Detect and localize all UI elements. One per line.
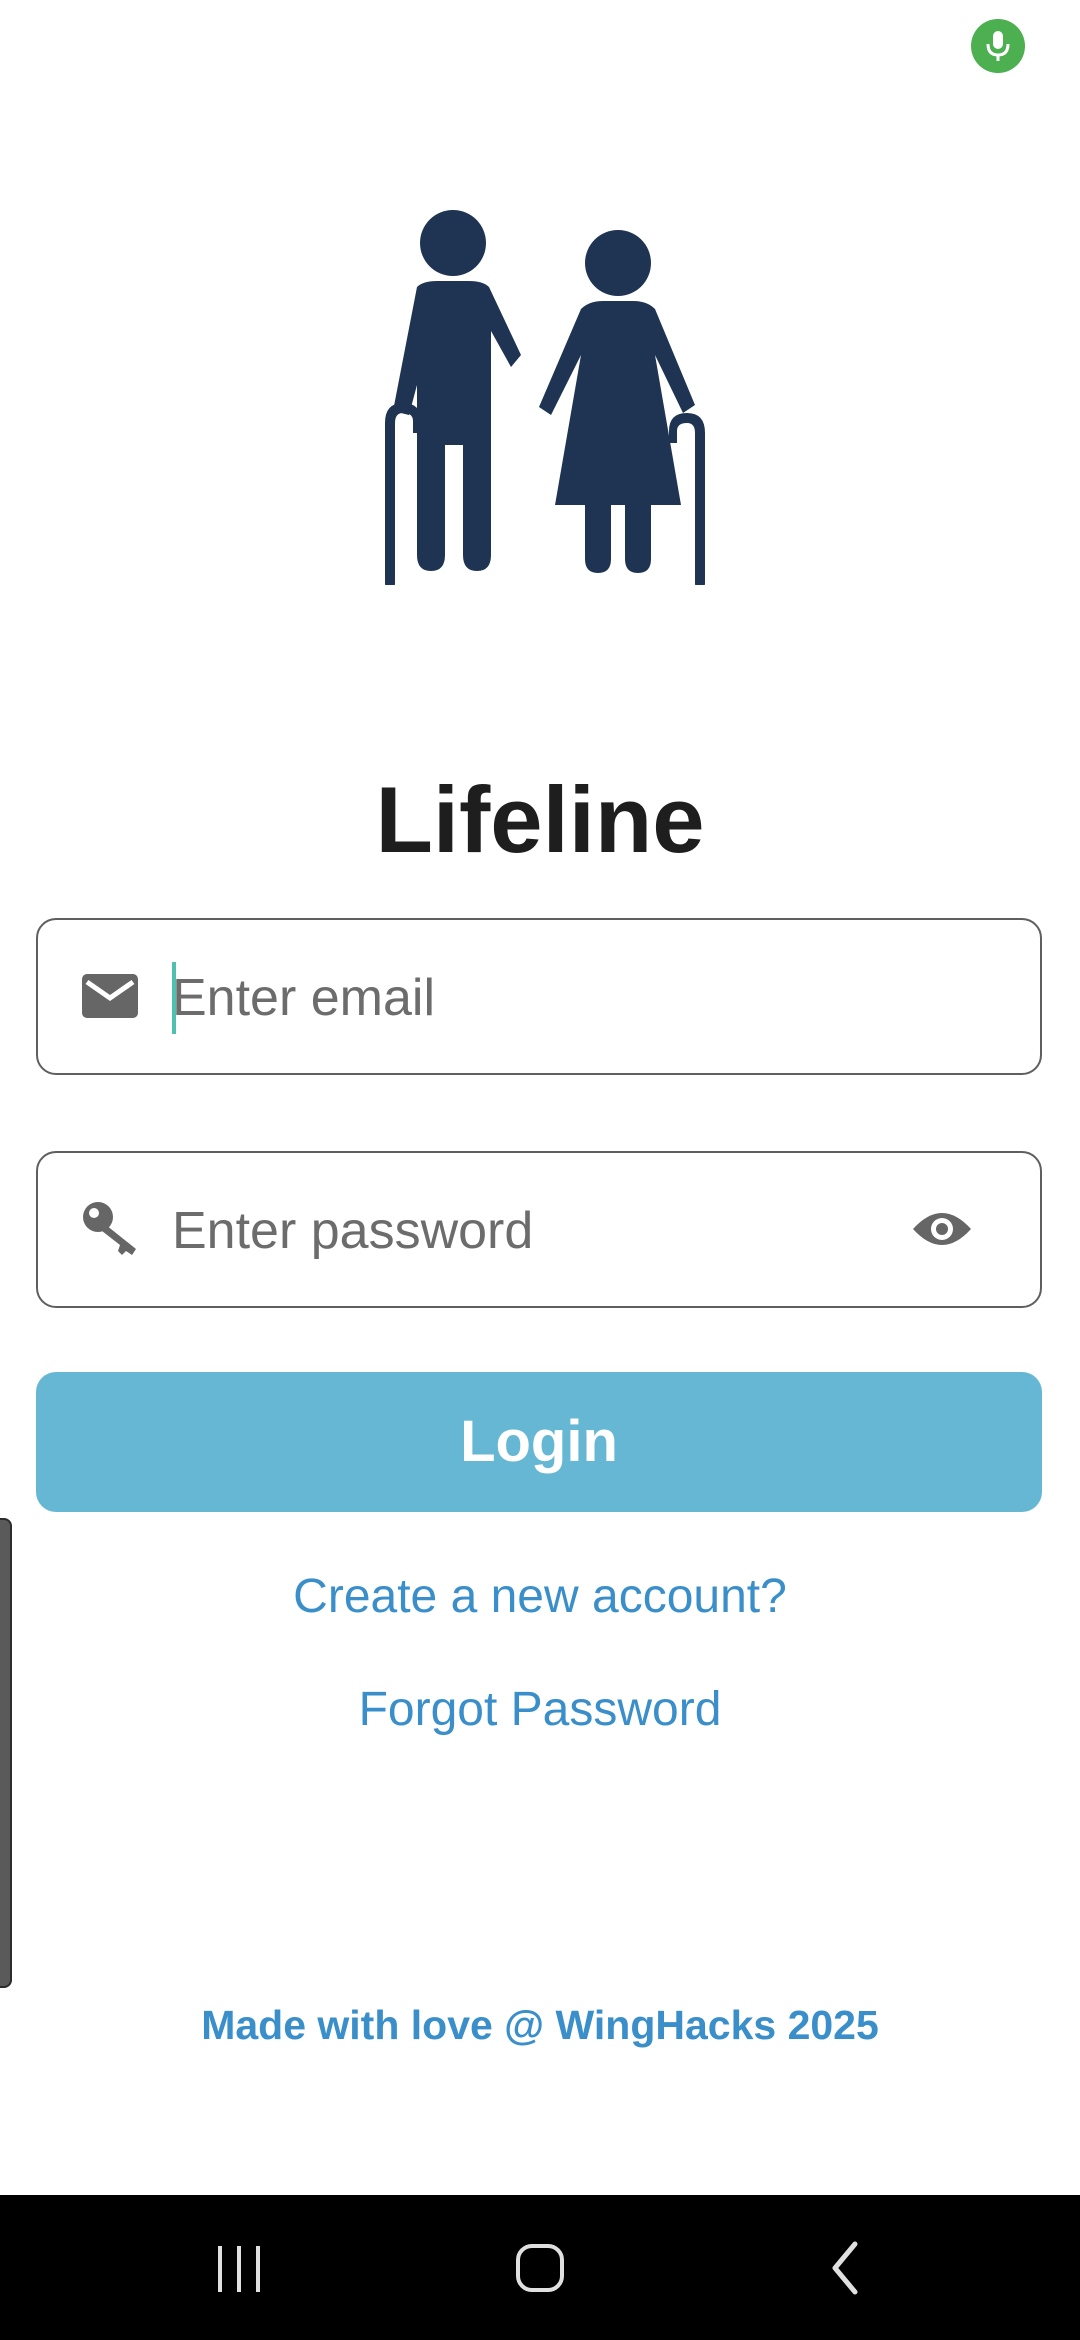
login-screen: Lifeline Enter email Enter password Logi… — [0, 0, 1080, 2340]
login-button[interactable]: Login — [36, 1372, 1042, 1512]
password-field[interactable]: Enter password — [36, 1151, 1042, 1308]
email-placeholder: Enter email — [172, 969, 435, 1027]
edge-panel-handle[interactable] — [0, 1518, 12, 1988]
key-icon — [80, 1199, 140, 1259]
mail-icon — [80, 966, 140, 1026]
email-field[interactable]: Enter email — [36, 918, 1042, 1075]
forgot-password-link[interactable]: Forgot Password — [0, 1680, 1080, 1740]
back-icon[interactable] — [805, 2235, 885, 2301]
recents-icon[interactable] — [199, 2235, 279, 2301]
create-account-link[interactable]: Create a new account? — [0, 1567, 1080, 1627]
footer-credit: Made with love @ WingHacks 2025 — [201, 2002, 879, 2048]
microphone-icon — [986, 31, 1010, 61]
elderly-couple-icon — [385, 210, 705, 585]
password-placeholder: Enter password — [172, 1202, 534, 1260]
home-icon[interactable] — [500, 2235, 580, 2301]
app-title: Lifeline — [375, 767, 705, 872]
navigation-bar — [0, 2195, 1080, 2340]
mic-indicator — [971, 19, 1025, 73]
eye-icon[interactable] — [910, 1197, 974, 1261]
